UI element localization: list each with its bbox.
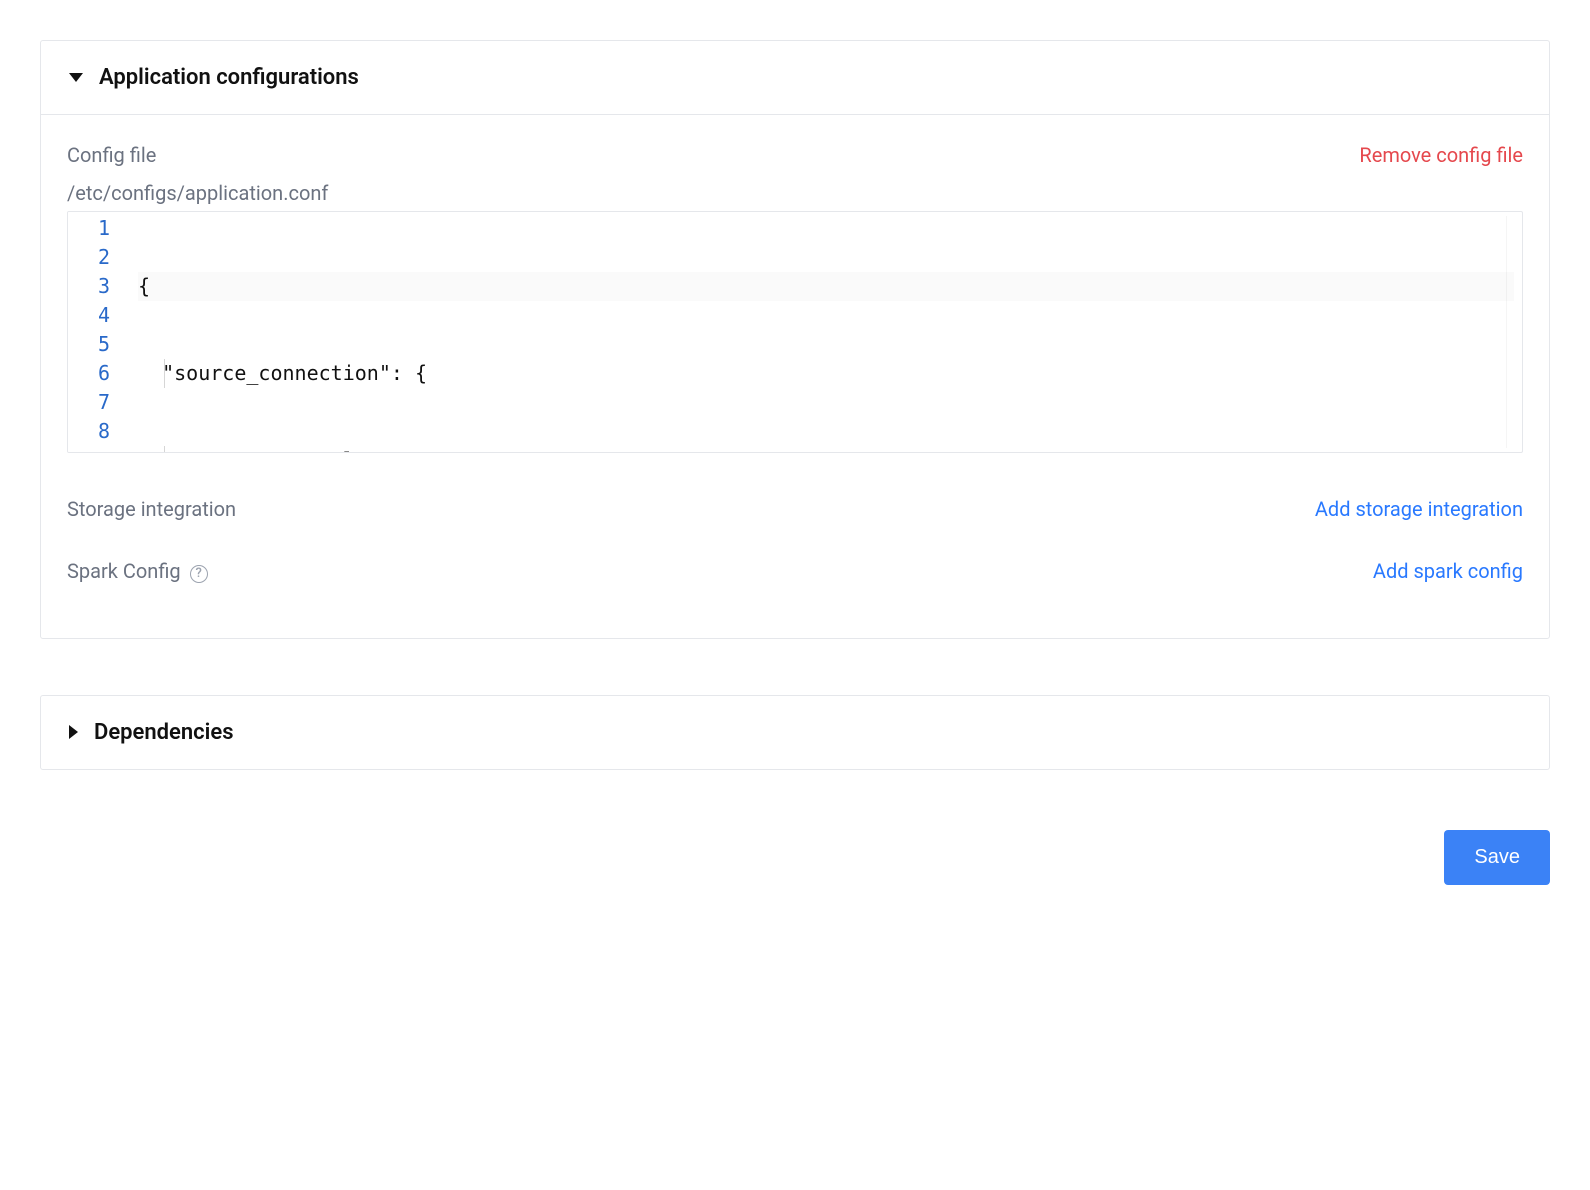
config-file-path: /etc/configs/application.conf — [67, 181, 1523, 205]
line-number: 5 — [82, 330, 110, 359]
chevron-down-icon — [69, 73, 83, 82]
spark-config-label: Spark Config ? — [67, 559, 208, 584]
line-number: 2 — [82, 243, 110, 272]
code-line: "type": "mysql", — [138, 446, 1514, 453]
config-file-header-row: Config file Remove config file — [67, 143, 1523, 167]
remove-config-file-button[interactable]: Remove config file — [1359, 143, 1523, 167]
line-number: 8 — [82, 417, 110, 446]
add-spark-config-button[interactable]: Add spark config — [1373, 559, 1523, 583]
app-config-header[interactable]: Application configurations — [41, 41, 1549, 114]
line-number: 4 — [82, 301, 110, 330]
line-number: 7 — [82, 388, 110, 417]
line-number: 1 — [82, 214, 110, 243]
app-config-panel: Application configurations Config file R… — [40, 40, 1550, 639]
storage-integration-label: Storage integration — [67, 497, 236, 521]
config-file-editor[interactable]: 1 2 3 4 5 6 7 8 { "source_connection": {… — [67, 211, 1523, 453]
code-line: { — [138, 272, 1514, 301]
footer: Save — [40, 830, 1550, 885]
code-line: "source_connection": { — [138, 359, 1514, 388]
add-storage-integration-button[interactable]: Add storage integration — [1315, 497, 1523, 521]
dependencies-panel: Dependencies — [40, 695, 1550, 770]
line-number: 6 — [82, 359, 110, 388]
app-config-title: Application configurations — [99, 65, 359, 90]
app-config-body: Config file Remove config file /etc/conf… — [41, 114, 1549, 638]
code-content[interactable]: { "source_connection": { "type": "mysql"… — [126, 212, 1522, 452]
help-icon[interactable]: ? — [190, 565, 208, 583]
dependencies-title: Dependencies — [94, 720, 234, 745]
chevron-right-icon — [69, 725, 78, 739]
save-button[interactable]: Save — [1444, 830, 1550, 885]
spark-config-row: Spark Config ? Add spark config — [67, 559, 1523, 584]
dependencies-header[interactable]: Dependencies — [41, 696, 1549, 769]
spark-config-label-text: Spark Config — [67, 559, 181, 583]
storage-integration-row: Storage integration Add storage integrat… — [67, 497, 1523, 521]
line-number: 3 — [82, 272, 110, 301]
config-file-label: Config file — [67, 143, 156, 167]
code-gutter: 1 2 3 4 5 6 7 8 — [68, 212, 126, 452]
